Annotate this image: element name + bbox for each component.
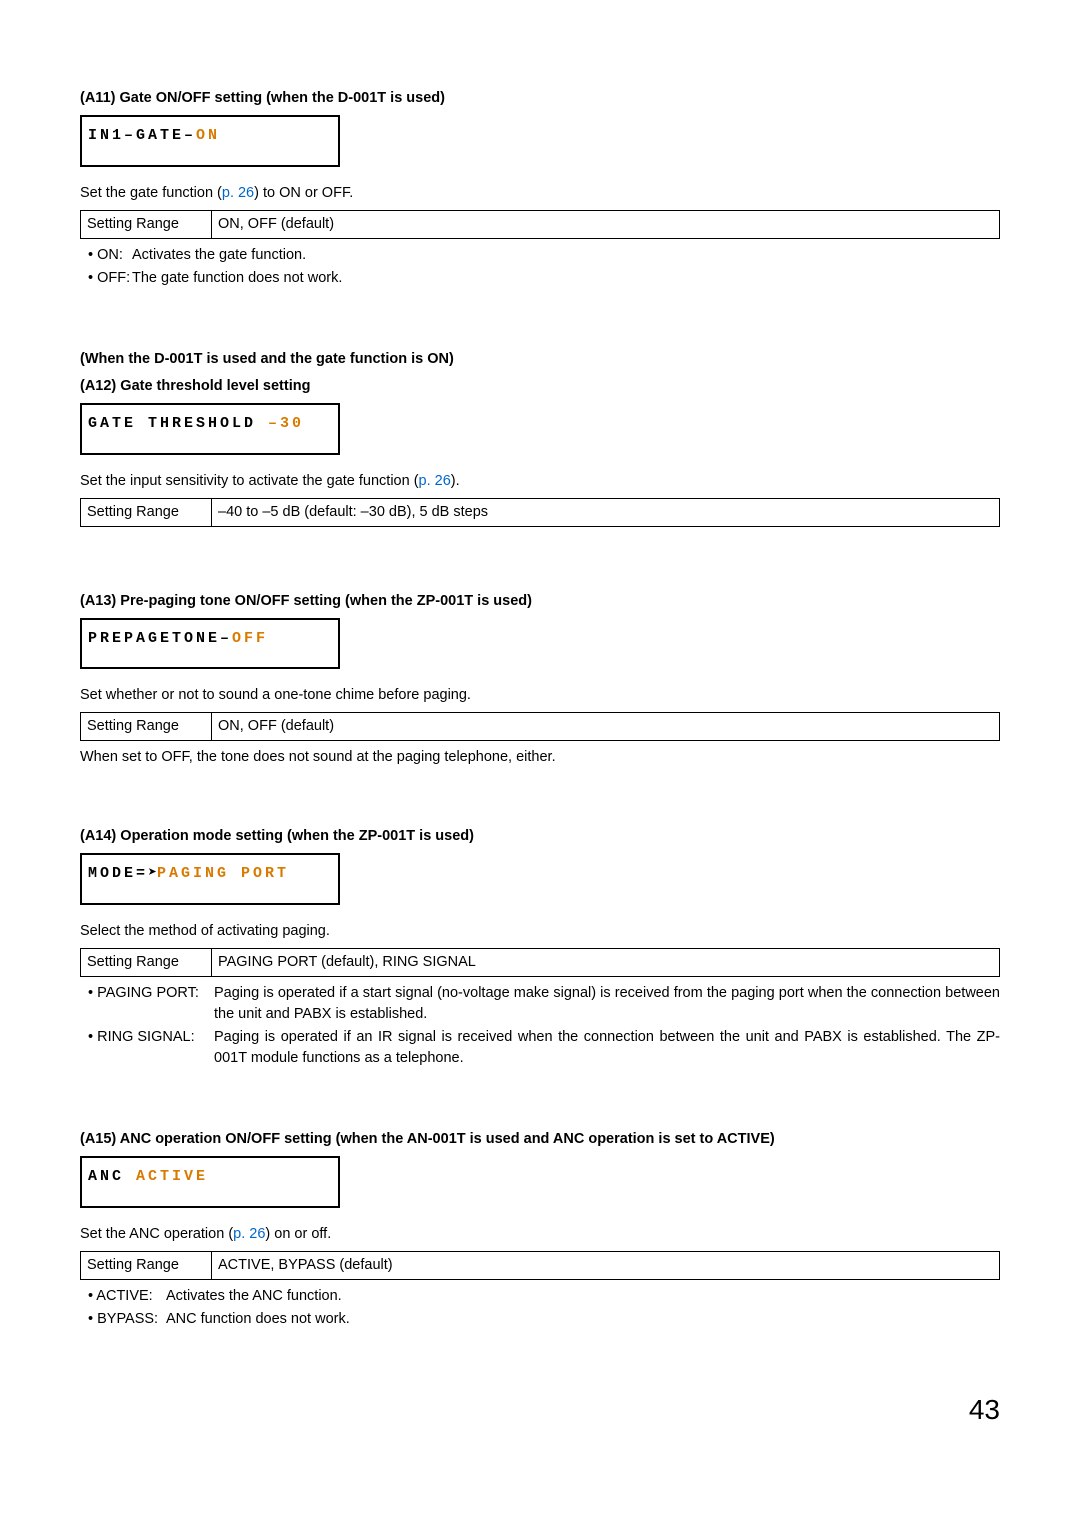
a12-lcd-black: GATE THRESHOLD	[88, 415, 268, 432]
a15-desc-link[interactable]: p. 26	[233, 1226, 265, 1242]
a12-desc: Set the input sensitivity to activate th…	[80, 471, 1000, 492]
a11-off-val: The gate function does not work.	[132, 268, 1000, 289]
a15-byp-val: ANC function does not work.	[166, 1309, 1000, 1330]
a13-range-value: ON, OFF (default)	[212, 713, 1000, 741]
a11-title: (A11) Gate ON/OFF setting (when the D-00…	[80, 88, 1000, 109]
a11-off-key: • OFF:	[88, 268, 132, 289]
a11-range-label: Setting Range	[81, 210, 212, 238]
a11-on-val: Activates the gate function.	[132, 245, 1000, 266]
a14-rs-key: • RING SIGNAL:	[88, 1027, 214, 1069]
a15-bullets: • ACTIVE: Activates the ANC function. • …	[88, 1286, 1000, 1330]
a14-pp-key: • PAGING PORT:	[88, 983, 214, 1025]
a15-range-label: Setting Range	[81, 1252, 212, 1280]
a12-desc-pre: Set the input sensitivity to activate th…	[80, 473, 419, 489]
a13-lcd-orange: OFF	[232, 630, 268, 647]
a14-lcd: MODE=➤PAGING PORT	[80, 853, 340, 905]
a12-title: (A12) Gate threshold level setting	[80, 376, 1000, 397]
a14-range-table: Setting Range PAGING PORT (default), RIN…	[80, 948, 1000, 977]
a14-title: (A14) Operation mode setting (when the Z…	[80, 826, 1000, 847]
a15-lcd-orange: ACTIVE	[136, 1168, 208, 1185]
a14-range-value: PAGING PORT (default), RING SIGNAL	[212, 949, 1000, 977]
a15-desc-post: ) on or off.	[265, 1226, 331, 1242]
a15-title: (A15) ANC operation ON/OFF setting (when…	[80, 1129, 1000, 1150]
a12-range-value: –40 to –5 dB (default: –30 dB), 5 dB ste…	[212, 498, 1000, 526]
a12-range-label: Setting Range	[81, 498, 212, 526]
a11-lcd-black: IN1–GATE–	[88, 127, 196, 144]
a13-title: (A13) Pre-paging tone ON/OFF setting (wh…	[80, 591, 1000, 612]
a11-range-value: ON, OFF (default)	[212, 210, 1000, 238]
a11-desc-pre: Set the gate function (	[80, 185, 222, 201]
a12-desc-post: ).	[451, 473, 460, 489]
a11-lcd: IN1–GATE–ON	[80, 115, 340, 167]
a15-desc-pre: Set the ANC operation (	[80, 1226, 233, 1242]
a12-lcd: GATE THRESHOLD –30	[80, 403, 340, 455]
a11-range-table: Setting Range ON, OFF (default)	[80, 210, 1000, 239]
a15-act-val: Activates the ANC function.	[166, 1286, 1000, 1307]
a11-desc: Set the gate function (p. 26) to ON or O…	[80, 183, 1000, 204]
page-number: 43	[80, 1390, 1000, 1431]
a15-range-value: ACTIVE, BYPASS (default)	[212, 1252, 1000, 1280]
a14-lcd-black: MODE=	[88, 865, 148, 882]
a12-pretitle: (When the D-001T is used and the gate fu…	[80, 349, 1000, 370]
a13-desc: Set whether or not to sound a one-tone c…	[80, 685, 1000, 706]
a14-desc: Select the method of activating paging.	[80, 921, 1000, 942]
a11-desc-post: ) to ON or OFF.	[254, 185, 353, 201]
a14-bullets: • PAGING PORT: Paging is operated if a s…	[88, 983, 1000, 1069]
a13-lcd: PREPAGETONE–OFF	[80, 618, 340, 670]
a15-desc: Set the ANC operation (p. 26) on or off.	[80, 1224, 1000, 1245]
a13-range-table: Setting Range ON, OFF (default)	[80, 712, 1000, 741]
a13-range-label: Setting Range	[81, 713, 212, 741]
a15-range-table: Setting Range ACTIVE, BYPASS (default)	[80, 1251, 1000, 1280]
a12-range-table: Setting Range –40 to –5 dB (default: –30…	[80, 498, 1000, 527]
a11-bullets: • ON: Activates the gate function. • OFF…	[88, 245, 1000, 289]
a15-byp-key: • BYPASS:	[88, 1309, 166, 1330]
a15-lcd-black: ANC	[88, 1168, 136, 1185]
a15-lcd: ANC ACTIVE	[80, 1156, 340, 1208]
a13-note: When set to OFF, the tone does not sound…	[80, 747, 1000, 768]
a13-lcd-black: PREPAGETONE–	[88, 630, 232, 647]
a11-desc-link[interactable]: p. 26	[222, 185, 254, 201]
a14-pp-val: Paging is operated if a start signal (no…	[214, 983, 1000, 1025]
a14-lcd-arrow: ➤	[148, 865, 157, 882]
a14-rs-val: Paging is operated if an IR signal is re…	[214, 1027, 1000, 1069]
a11-lcd-orange: ON	[196, 127, 220, 144]
a12-lcd-orange: –30	[268, 415, 304, 432]
a12-desc-link[interactable]: p. 26	[419, 473, 451, 489]
a14-lcd-orange: PAGING PORT	[157, 865, 289, 882]
a15-act-key: • ACTIVE:	[88, 1286, 166, 1307]
a11-on-key: • ON:	[88, 245, 132, 266]
a14-range-label: Setting Range	[81, 949, 212, 977]
